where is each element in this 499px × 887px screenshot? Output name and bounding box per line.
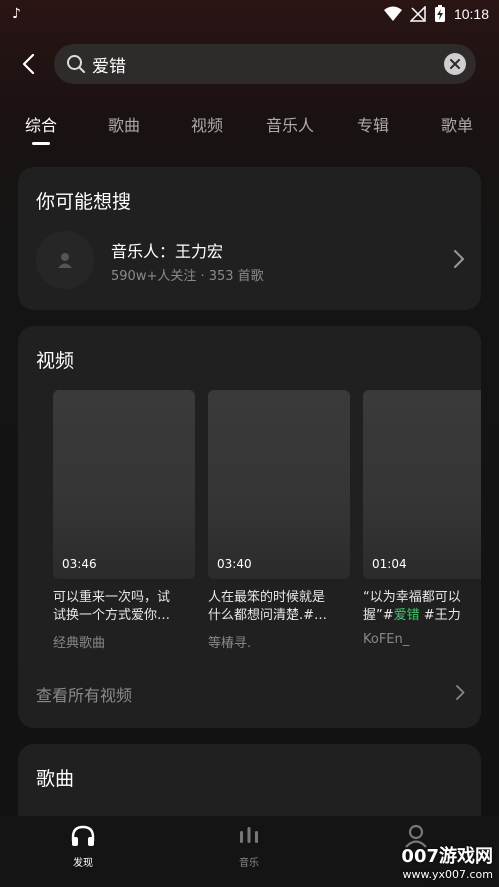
watermark-url: www.yx007.com: [402, 868, 493, 881]
search-box[interactable]: [54, 44, 476, 84]
back-arrow-icon: [22, 53, 35, 75]
videos-card: 视频 03:46 可以重来一次吗，试 试换一个方式爱你… 经典歌曲 03:40 …: [18, 326, 481, 728]
signal-icon: [409, 6, 426, 22]
watermark: 007游戏网 www.yx007.com: [401, 842, 493, 881]
video-caption: “以为幸福都可以 握”#爱错 #王力: [363, 590, 461, 623]
chevron-right-icon[interactable]: [453, 249, 465, 269]
user-icon: [58, 253, 72, 268]
wifi-icon: [383, 6, 402, 21]
search-header: [0, 42, 499, 86]
back-button[interactable]: [14, 50, 42, 78]
video-carousel[interactable]: 03:46 可以重来一次吗，试 试换一个方式爱你… 经典歌曲 03:40 人在最…: [53, 390, 481, 660]
artist-avatar[interactable]: [36, 231, 94, 289]
nav-music-label: 音乐: [239, 858, 259, 869]
suggestion-card: 你可能想搜 音乐人：王力宏 590w+人关注 · 353 首歌: [18, 167, 481, 310]
video-duration: 01:04: [372, 557, 407, 571]
search-icon: [67, 55, 85, 73]
video-caption: 可以重来一次吗，试 试换一个方式爱你…: [53, 590, 171, 623]
headphones-icon: [71, 825, 95, 846]
chevron-right-icon[interactable]: [456, 685, 465, 700]
video-thumbnail[interactable]: 03:40: [208, 390, 350, 579]
tab-playlists[interactable]: 歌单: [441, 112, 473, 136]
artist-name[interactable]: 音乐人：王力宏: [111, 238, 223, 262]
video-author: 经典歌曲: [53, 636, 106, 651]
nav-music[interactable]: 音乐: [209, 824, 289, 869]
video-item[interactable]: 03:40 人在最笨的时候就是 什么都想问清楚.#… 等椿寻.: [208, 390, 350, 651]
videos-title: 视频: [36, 350, 75, 372]
status-bar: ♪ 10:18: [0, 0, 499, 30]
video-item[interactable]: 03:46 可以重来一次吗，试 试换一个方式爱你… 经典歌曲: [53, 390, 195, 651]
video-author: 等椿寻.: [208, 636, 252, 651]
video-thumbnail[interactable]: 01:04: [363, 390, 481, 579]
tab-all[interactable]: 综合: [25, 112, 57, 136]
battery-charging-icon: [434, 5, 445, 22]
video-duration: 03:46: [62, 557, 97, 571]
tab-songs[interactable]: 歌曲: [108, 112, 140, 136]
bottom-nav: 发现 音乐 007游戏网 www.yx007.com: [0, 816, 499, 887]
music-note-icon: ♪: [12, 6, 21, 22]
clear-search-button[interactable]: [444, 53, 466, 75]
search-input[interactable]: [92, 50, 422, 78]
video-item[interactable]: 01:04 “以为幸福都可以 握”#爱错 #王力 KoFEn_: [363, 390, 481, 647]
result-tabs: 综合 歌曲 视频 音乐人 专辑 歌单: [0, 112, 499, 152]
active-tab-indicator: [32, 142, 50, 145]
video-author: KoFEn_: [363, 632, 410, 647]
equalizer-icon: [240, 827, 258, 843]
video-caption: 人在最笨的时候就是 什么都想问清楚.#…: [208, 590, 328, 623]
status-time: 10:18: [453, 6, 489, 22]
keyword-highlight[interactable]: 爱错: [394, 608, 420, 623]
nav-discover-label: 发现: [73, 858, 93, 869]
watermark-brand: 007游戏网: [401, 846, 493, 867]
suggestion-title: 你可能想搜: [36, 191, 132, 213]
video-thumbnail[interactable]: 03:46: [53, 390, 195, 579]
tab-artists[interactable]: 音乐人: [266, 112, 314, 136]
songs-title: 歌曲: [36, 768, 75, 790]
close-icon: [450, 59, 460, 69]
tab-videos[interactable]: 视频: [191, 112, 223, 136]
artist-meta: 590w+人关注 · 353 首歌: [111, 269, 264, 284]
video-duration: 03:40: [217, 557, 252, 571]
nav-discover[interactable]: 发现: [43, 824, 123, 869]
tab-albums[interactable]: 专辑: [357, 112, 389, 136]
see-all-videos-link[interactable]: 查看所有视频: [36, 682, 132, 706]
